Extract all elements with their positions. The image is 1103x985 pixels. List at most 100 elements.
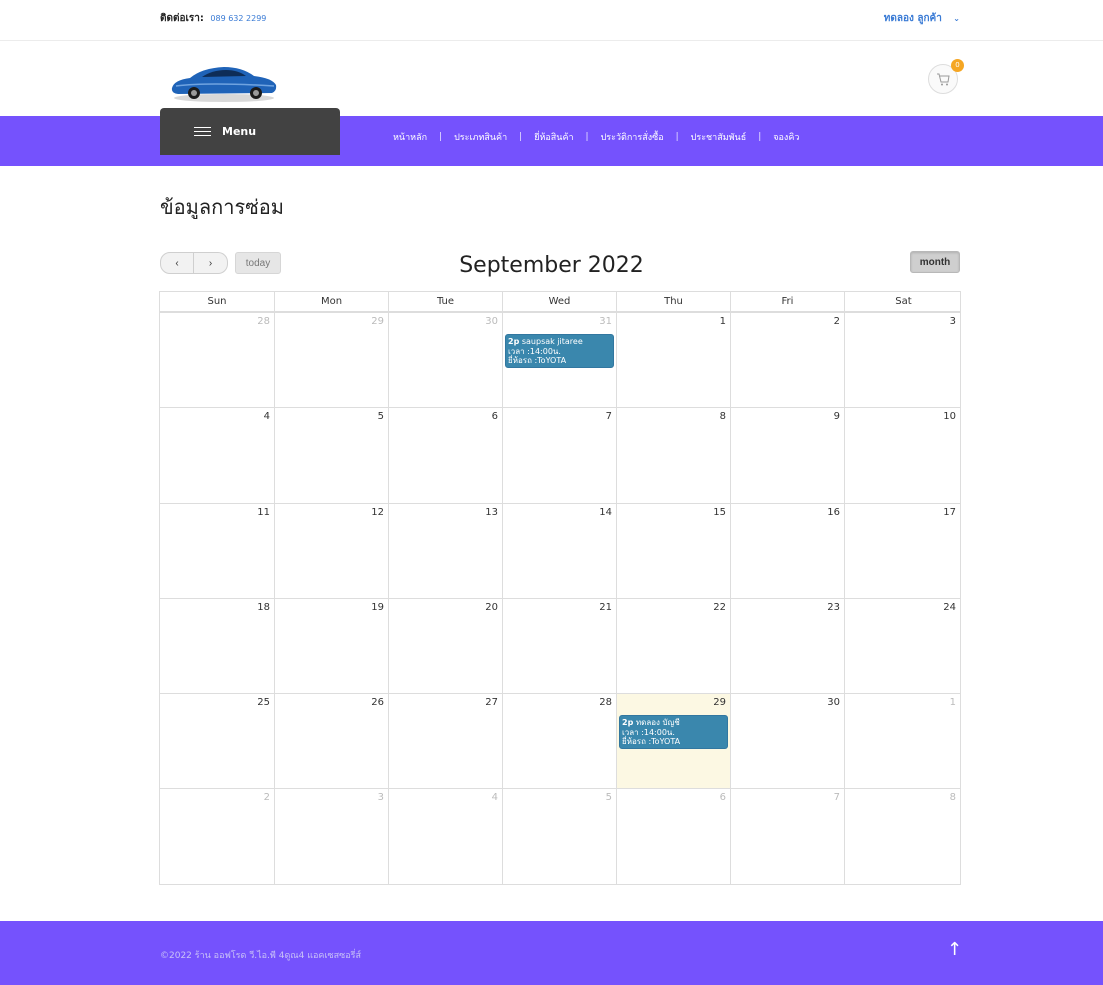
calendar-day-cell[interactable]: 12 xyxy=(274,503,388,598)
calendar-day-cell[interactable]: 28 xyxy=(502,694,616,789)
menu-label: Menu xyxy=(222,125,257,138)
calendar-day-cell[interactable]: 29 xyxy=(274,313,388,408)
calendar-day-cell[interactable]: 2 xyxy=(730,313,844,408)
calendar-day-cell[interactable]: 11 xyxy=(160,504,274,598)
account-name[interactable]: ทดลอง ลูกค้า xyxy=(884,13,942,24)
calendar-day-cell[interactable]: 22 xyxy=(616,598,730,694)
calendar-day-cell[interactable]: 17 xyxy=(844,503,960,598)
day-number: 31 xyxy=(599,316,612,327)
weekday-label: Wed xyxy=(502,292,616,311)
calendar-day-cell[interactable]: 8 xyxy=(616,408,730,503)
car-logo[interactable] xyxy=(168,60,280,104)
weekday-label: Mon xyxy=(274,292,388,311)
cart-count-badge: 0 xyxy=(951,59,964,72)
nav-link-order-history[interactable]: ประวัติการสั่งซื้อ xyxy=(601,130,664,144)
nav-separator: | xyxy=(519,132,523,142)
day-number: 12 xyxy=(371,506,384,518)
event-car-brand: ยี่ห้อรถ :ToYOTA xyxy=(508,356,567,365)
calendar-day-cell[interactable]: 1 xyxy=(616,313,730,408)
day-number: 1 xyxy=(719,316,726,327)
day-number: 1 xyxy=(949,697,956,709)
month-view-button[interactable]: month xyxy=(910,251,960,273)
calendar-week-row: 25 26 27 28 29 2p ทดลอง บัญชี เวลา :14:00น. ยี่… xyxy=(160,693,960,789)
calendar-event[interactable]: 2p ทดลอง บัญชี เวลา :14:00น. ยี่ห้อรถ :ToY… xyxy=(619,715,728,749)
shopping-cart-icon xyxy=(937,73,950,85)
calendar-day-cell[interactable]: 16 xyxy=(730,503,844,598)
event-car-brand: ยี่ห้อรถ :ToYOTA xyxy=(622,737,681,747)
nav-link-announcements[interactable]: ประชาสัมพันธ์ xyxy=(691,130,747,144)
back-to-top-icon[interactable]: ↑ xyxy=(947,939,962,960)
menu-button[interactable]: Menu xyxy=(160,108,340,155)
nav-separator: | xyxy=(675,132,679,142)
calendar-day-cell[interactable]: 1 xyxy=(844,694,960,789)
day-number: 11 xyxy=(257,506,270,518)
day-number: 8 xyxy=(719,411,726,423)
footer: ©2022 ร้าน ออฟโรด วี.ไอ.พี 4ดูณ4 แอคเซสซ… xyxy=(0,921,1103,985)
calendar-day-cell[interactable]: 7 xyxy=(502,408,616,503)
nav-link-home[interactable]: หน้าหลัก xyxy=(393,130,427,144)
calendar-day-cell[interactable]: 5 xyxy=(274,408,388,503)
event-customer: saupsak jitaree xyxy=(521,337,583,346)
day-number: 8 xyxy=(949,792,956,804)
calendar-day-cell[interactable]: 3 xyxy=(274,789,388,884)
day-number: 26 xyxy=(371,697,384,709)
calendar-day-cell[interactable]: 23 xyxy=(730,598,844,694)
weekday-label: Fri xyxy=(730,292,844,311)
calendar-day-cell[interactable]: 8 xyxy=(844,789,960,884)
calendar-week-row: 28 29 30 31 2p saupsak jitaree เวลา :14:00น. ย… xyxy=(160,312,960,408)
calendar-day-cell[interactable]: 18 xyxy=(160,599,274,693)
calendar-day-cell[interactable]: 4 xyxy=(160,408,274,502)
nav-links: หน้าหลัก | ประเภทสินค้า | ยี่ห้อสินค้า |… xyxy=(393,116,799,158)
calendar-day-cell[interactable]: 30 xyxy=(388,313,502,408)
calendar-day-cell[interactable]: 6 xyxy=(388,408,502,503)
calendar-day-cell[interactable]: 4 xyxy=(388,789,502,884)
calendar-day-cell[interactable]: 14 xyxy=(502,503,616,598)
event-time-detail: เวลา :14:00น. xyxy=(622,727,675,737)
nav-separator: | xyxy=(439,132,443,142)
nav-link-booking[interactable]: จองคิว xyxy=(773,130,799,144)
calendar-weeks: 28 29 30 31 2p saupsak jitaree เวลา :14:00น. ย… xyxy=(159,311,961,885)
calendar-day-cell[interactable]: 25 xyxy=(160,694,274,788)
calendar-day-cell[interactable]: 29 2p ทดลอง บัญชี เวลา :14:00น. ยี่ห้อรถ :T… xyxy=(616,694,730,789)
calendar-day-cell[interactable]: 6 xyxy=(616,789,730,884)
calendar-day-cell[interactable]: 19 xyxy=(274,598,388,694)
day-number: 13 xyxy=(485,506,498,518)
event-title-line: 2p saupsak jitaree xyxy=(508,337,611,347)
calendar-event[interactable]: 2p saupsak jitaree เวลา :14:00น. ยี่ห้อรถ … xyxy=(505,334,614,368)
day-number: 18 xyxy=(257,601,270,613)
calendar-day-cell[interactable]: 5 xyxy=(502,789,616,884)
calendar-day-cell[interactable]: 13 xyxy=(388,503,502,598)
calendar-day-cell[interactable]: 10 xyxy=(844,408,960,503)
calendar-day-cell[interactable]: 9 xyxy=(730,408,844,503)
calendar-week-row: 18 19 20 21 22 23 24 xyxy=(160,597,960,694)
day-number: 29 xyxy=(371,316,384,327)
calendar-day-cell[interactable]: 2 xyxy=(160,789,274,883)
calendar-day-cell[interactable]: 20 xyxy=(388,598,502,694)
hamburger-icon xyxy=(194,124,211,139)
calendar-day-cell[interactable]: 26 xyxy=(274,694,388,789)
account-menu[interactable]: ทดลอง ลูกค้า ⌄ xyxy=(884,11,960,26)
calendar-week-row: 4 5 6 7 8 9 10 xyxy=(160,407,960,503)
nav-link-categories[interactable]: ประเภทสินค้า xyxy=(454,130,507,144)
event-customer: ทดลอง บัญชี xyxy=(635,718,680,728)
day-number: 19 xyxy=(371,601,384,613)
calendar-day-cell[interactable]: 30 xyxy=(730,694,844,789)
calendar-grid: Sun Mon Tue Wed Thu Fri Sat 28 29 30 31 2p s… xyxy=(159,291,961,885)
copyright-text: ©2022 ร้าน ออฟโรด วี.ไอ.พี 4ดูณ4 แอคเซสซ… xyxy=(160,951,361,961)
day-number: 25 xyxy=(257,697,270,709)
calendar-day-cell[interactable]: 27 xyxy=(388,694,502,789)
calendar-day-cell[interactable]: 28 xyxy=(160,313,274,407)
calendar-day-cell[interactable]: 21 xyxy=(502,598,616,694)
day-number: 17 xyxy=(943,506,956,518)
nav-link-brands[interactable]: ยี่ห้อสินค้า xyxy=(534,130,573,144)
calendar-day-cell[interactable]: 15 xyxy=(616,503,730,598)
calendar-day-cell[interactable]: 24 xyxy=(844,598,960,694)
calendar-day-cell[interactable]: 3 xyxy=(844,313,960,408)
calendar-day-cell[interactable]: 31 2p saupsak jitaree เวลา :14:00น. ยี่ห้อร… xyxy=(502,313,616,408)
event-title-line: 2p ทดลอง บัญชี xyxy=(622,718,725,728)
calendar-day-cell[interactable]: 7 xyxy=(730,789,844,884)
chevron-down-icon[interactable]: ⌄ xyxy=(953,14,960,23)
day-number: 16 xyxy=(827,506,840,518)
contact-phone[interactable]: 089 632 2299 xyxy=(210,14,266,23)
day-number: 7 xyxy=(605,411,612,423)
